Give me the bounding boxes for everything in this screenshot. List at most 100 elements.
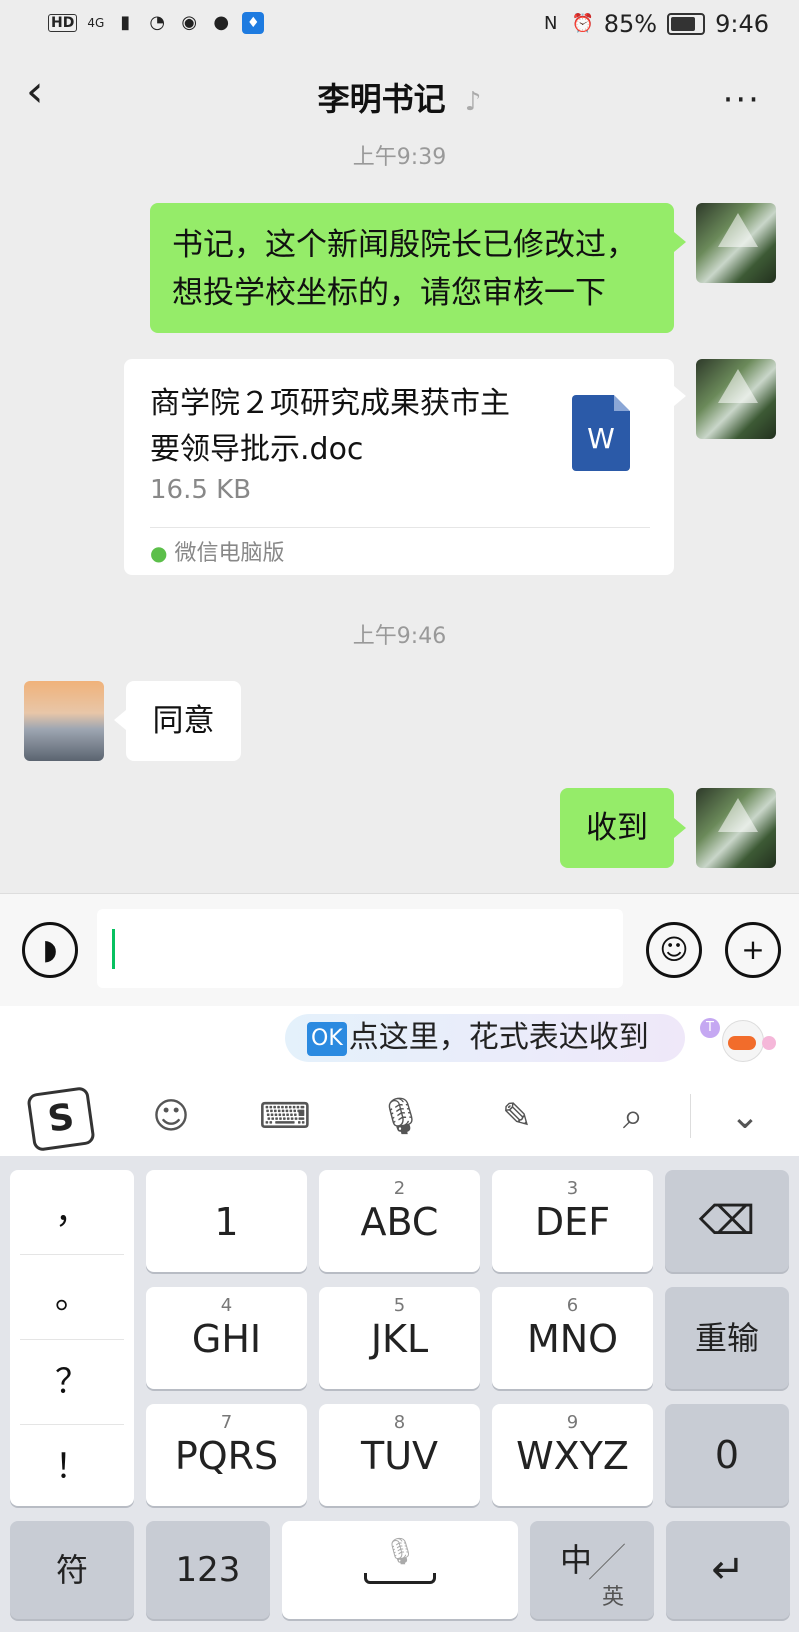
keyboard-icon[interactable]: ⌨	[258, 1090, 312, 1144]
message-text: 收到	[586, 810, 648, 846]
key-label: 中	[560, 1541, 593, 1579]
search-icon[interactable]: ⌕	[606, 1090, 660, 1144]
status-time: 9:46	[715, 10, 769, 38]
key-delete[interactable]: ⌫	[665, 1170, 789, 1272]
key-tuv[interactable]: 8 TUV	[319, 1404, 480, 1506]
hd-icon: HD	[48, 14, 78, 32]
microphone-icon[interactable]: 🎙	[374, 1090, 428, 1144]
file-name: 商学院２项研究成果获市主 要领导批示.doc	[150, 381, 530, 473]
ok-badge: OK	[307, 1021, 347, 1056]
message-text: 同意	[152, 703, 215, 739]
key-mno[interactable]: 6 MNO	[492, 1287, 653, 1389]
collapse-keyboard-icon[interactable]: ⌄	[718, 1090, 772, 1144]
keyboard: ， 。 ？ ！ 1 2 ABC 3 DEF ⌫ 4 GHI 5 JKL 6 MN…	[0, 1156, 799, 1632]
key-sup: 3	[566, 1178, 579, 1199]
key-sup: 9	[566, 1412, 579, 1433]
key-sup	[146, 1178, 307, 1200]
handwriting-icon[interactable]: ✎	[490, 1090, 544, 1144]
nfc-icon: N	[544, 13, 558, 34]
timestamp: 上午9:46	[352, 624, 447, 649]
key-label: PQRS	[174, 1434, 279, 1478]
suggestion-strip: OK 点这里，花式表达收到 T	[0, 1006, 799, 1076]
key-symbols[interactable]: 符	[10, 1521, 134, 1619]
network-label: 4G	[87, 16, 105, 30]
voice-icon[interactable]: ◗	[22, 922, 78, 978]
suggestion-pill[interactable]: OK 点这里，花式表达收到	[285, 1014, 685, 1062]
emoji-icon[interactable]: ☺	[646, 922, 702, 978]
key-numbers[interactable]: 123	[146, 1521, 270, 1619]
file-source-label: 微信电脑版	[174, 541, 285, 566]
plus-icon[interactable]: +	[725, 922, 781, 978]
key-zero[interactable]: 0	[665, 1404, 789, 1506]
key-label: GHI	[191, 1317, 262, 1361]
message-bubble-sent[interactable]: 书记，这个新闻殷院长已修改过， 想投学校坐标的，请您审核一下	[150, 203, 674, 333]
divider	[690, 1094, 691, 1138]
mascot-icon[interactable]: T	[700, 1012, 780, 1068]
file-size: 16.5 KB	[150, 475, 252, 505]
key-jkl[interactable]: 5 JKL	[319, 1287, 480, 1389]
key-question[interactable]: ？	[20, 1340, 124, 1425]
key-abc[interactable]: 2 ABC	[319, 1170, 480, 1272]
suggestion-text: 点这里，花式表达收到	[348, 1020, 649, 1055]
delete-icon: ⌫	[698, 1198, 756, 1244]
key-label: MNO	[526, 1317, 619, 1361]
file-name-line: 要领导批示.doc	[150, 432, 364, 467]
space-bar-icon	[364, 1573, 436, 1584]
key-sub-label: 英	[602, 1585, 625, 1610]
word-file-icon: W	[572, 395, 630, 471]
key-wxyz[interactable]: 9 WXYZ	[492, 1404, 653, 1506]
key-label: 123	[175, 1550, 241, 1590]
status-bar: HD 4G ▮ ◔ ◉ ● ♦ N ⏰ 85% 9:46	[0, 0, 799, 50]
chat-header: 李明书记 ♪	[0, 74, 799, 120]
file-name-line: 商学院２项研究成果获市主	[150, 386, 510, 421]
key-enter[interactable]: ↵	[666, 1521, 790, 1619]
avatar[interactable]	[696, 203, 776, 283]
enter-icon: ↵	[711, 1547, 745, 1593]
emoji-panel-icon[interactable]: ☺	[144, 1090, 198, 1144]
key-label: ABC	[360, 1200, 439, 1244]
key-exclamation[interactable]: ！	[20, 1425, 124, 1509]
bubble-tail	[114, 710, 126, 730]
key-language-toggle[interactable]: 中 英	[530, 1521, 654, 1619]
key-label: DEF	[534, 1200, 611, 1244]
key-sup: 7	[220, 1412, 233, 1433]
key-space[interactable]: 🎙	[282, 1521, 518, 1619]
eye-icon: ◉	[181, 12, 198, 33]
slash-divider	[588, 1543, 626, 1580]
message-input[interactable]	[97, 909, 623, 988]
key-sup: 4	[220, 1295, 233, 1316]
avatar[interactable]	[696, 359, 776, 439]
avatar[interactable]	[24, 681, 104, 761]
file-source: ● 微信电脑版	[150, 537, 284, 570]
message-text: 书记，这个新闻殷院长已修改过，	[172, 227, 637, 263]
message-bubble-received[interactable]: 同意	[126, 681, 241, 761]
key-reset[interactable]: 重输	[665, 1287, 789, 1389]
text-caret	[112, 929, 115, 969]
key-label: 符	[55, 1551, 88, 1589]
status-left-icons: HD 4G ▮ ◔ ◉ ● ♦	[48, 12, 265, 34]
sogou-logo-icon[interactable]: S	[26, 1085, 96, 1153]
key-label: WXYZ	[516, 1434, 629, 1478]
key-pqrs[interactable]: 7 PQRS	[146, 1404, 307, 1506]
key-label: 0	[714, 1433, 740, 1477]
key-sup: 2	[393, 1178, 406, 1199]
key-ghi[interactable]: 4 GHI	[146, 1287, 307, 1389]
chat-icon: ●	[213, 12, 230, 33]
bubble-tail	[674, 232, 686, 252]
input-bar: ◗ ☺ +	[0, 893, 799, 1006]
key-1[interactable]: 1	[146, 1170, 307, 1272]
key-period[interactable]: 。	[20, 1255, 124, 1340]
key-comma[interactable]: ，	[20, 1170, 124, 1255]
bubble-tail	[674, 386, 686, 406]
file-message-card[interactable]: 商学院２项研究成果获市主 要领导批示.doc 16.5 KB W ● 微信电脑版	[124, 359, 674, 575]
battery-icon	[667, 13, 706, 35]
key-def[interactable]: 3 DEF	[492, 1170, 653, 1272]
more-icon[interactable]: ···	[723, 80, 761, 120]
key-label: 重输	[694, 1319, 759, 1357]
microphone-icon: 🎙	[383, 1537, 417, 1567]
status-right: N ⏰ 85% 9:46	[540, 10, 769, 38]
avatar[interactable]	[696, 788, 776, 868]
message-bubble-sent[interactable]: 收到	[560, 788, 674, 868]
timestamp: 上午9:39	[352, 145, 447, 170]
punctuation-column: ， 。 ？ ！	[10, 1170, 134, 1506]
